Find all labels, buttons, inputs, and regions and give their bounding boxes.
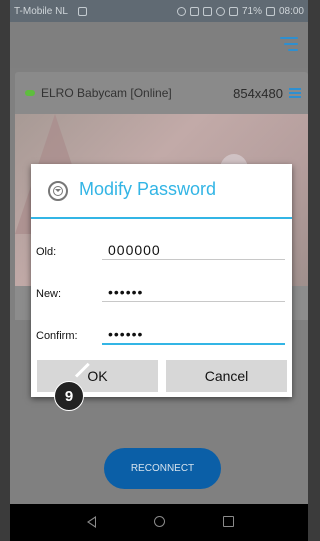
new-password-input[interactable] bbox=[102, 282, 285, 302]
battery-percent: 71% bbox=[241, 5, 262, 17]
old-password-label: Old: bbox=[36, 246, 57, 258]
system-nav-bar bbox=[10, 504, 308, 541]
bluetooth-icon bbox=[189, 6, 199, 16]
dialog-title: Modify Password bbox=[79, 179, 217, 199]
notification-icon bbox=[77, 6, 87, 16]
modify-password-dialog: Modify Password Old: New: Confirm: OK Ca… bbox=[31, 164, 292, 397]
recent-apps-square-icon[interactable] bbox=[223, 516, 234, 527]
confirm-password-input[interactable] bbox=[102, 325, 285, 345]
app-bar bbox=[10, 22, 308, 68]
old-password-input[interactable] bbox=[102, 240, 285, 260]
nfc-icon bbox=[202, 6, 212, 16]
clock: 08:00 bbox=[278, 5, 304, 17]
dialog-header: Modify Password bbox=[31, 164, 292, 219]
battery-icon bbox=[265, 6, 275, 16]
status-bar: T-Mobile NL 71% 08:00 bbox=[10, 0, 308, 22]
signal-icon bbox=[228, 6, 238, 16]
reconnect-button[interactable]: RECONNECT bbox=[104, 448, 221, 489]
online-status-indicator bbox=[25, 90, 35, 96]
home-circle-icon[interactable] bbox=[154, 516, 165, 527]
hamburger-menu-icon[interactable] bbox=[278, 36, 298, 52]
phone-screen: T-Mobile NL 71% 08:00 ELRO Babycam [Onli… bbox=[10, 0, 308, 541]
settings-sliders-icon[interactable] bbox=[289, 87, 301, 99]
password-lock-icon bbox=[48, 181, 68, 201]
camera-resolution: 854x480 bbox=[233, 85, 283, 101]
camera-card-header: ELRO Babycam [Online] 854x480 bbox=[15, 72, 308, 114]
carrier-label: T-Mobile NL bbox=[14, 5, 68, 17]
confirm-password-label: Confirm: bbox=[36, 330, 78, 342]
step-number-badge: 9 bbox=[54, 381, 84, 411]
cancel-button[interactable]: Cancel bbox=[166, 360, 287, 392]
ok-button[interactable]: OK bbox=[37, 360, 158, 392]
wifi-icon bbox=[215, 6, 225, 16]
back-triangle-icon[interactable] bbox=[87, 516, 96, 528]
camera-name: ELRO Babycam [Online] bbox=[41, 86, 172, 100]
alarm-icon bbox=[176, 6, 186, 16]
new-password-label: New: bbox=[36, 288, 62, 300]
